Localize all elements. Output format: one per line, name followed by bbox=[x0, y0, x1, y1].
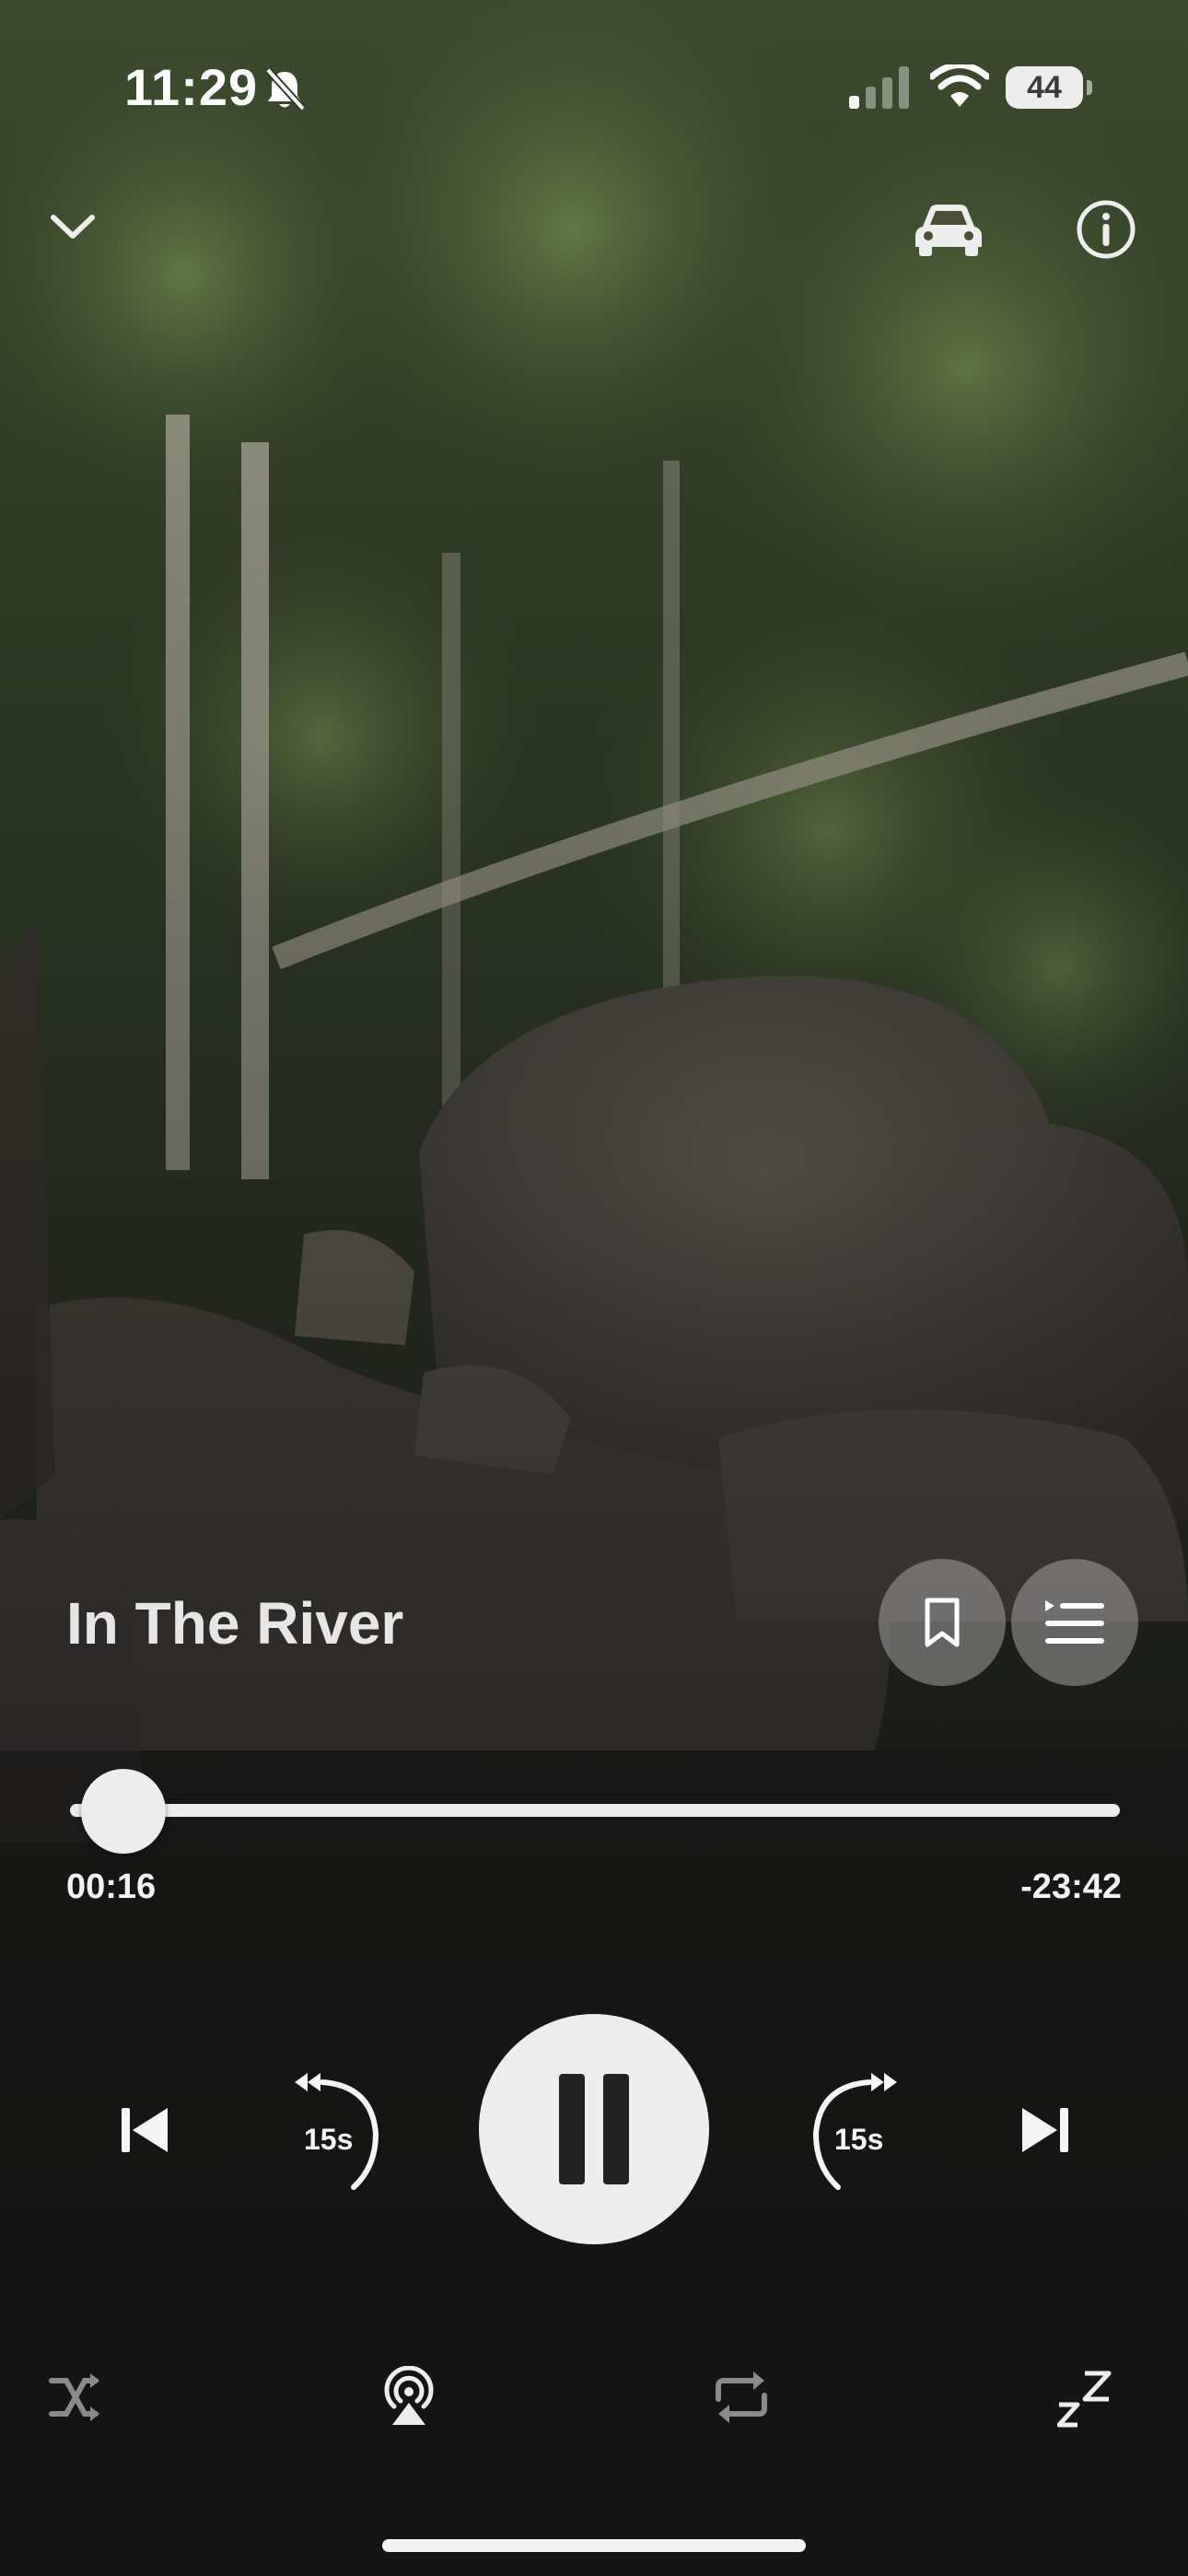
airplay-icon[interactable] bbox=[379, 2366, 438, 2427]
next-track-icon[interactable] bbox=[1019, 2106, 1070, 2154]
car-icon[interactable] bbox=[912, 199, 985, 258]
cellular-signal-icon bbox=[849, 66, 909, 109]
info-icon[interactable] bbox=[1076, 199, 1136, 260]
bookmark-button[interactable] bbox=[879, 1559, 1006, 1686]
wifi-icon bbox=[930, 64, 989, 107]
progress-track[interactable] bbox=[70, 1804, 1120, 1817]
battery-indicator: 44 bbox=[1006, 66, 1083, 109]
track-title: In The River bbox=[66, 1590, 404, 1657]
rewind-15-button[interactable]: 15s bbox=[280, 2064, 390, 2193]
shuffle-icon[interactable] bbox=[48, 2371, 101, 2425]
pause-icon bbox=[559, 2074, 629, 2184]
bell-slash-icon bbox=[265, 67, 306, 111]
previous-track-icon[interactable] bbox=[120, 2106, 171, 2154]
battery-tip bbox=[1087, 80, 1092, 95]
forward-15-button[interactable]: 15s bbox=[801, 2064, 912, 2193]
repeat-icon[interactable] bbox=[713, 2370, 770, 2425]
bookmark-icon bbox=[925, 1598, 960, 1647]
forward-label: 15s bbox=[834, 2123, 884, 2156]
progress-thumb[interactable] bbox=[80, 1769, 166, 1854]
elapsed-time: 00:16 bbox=[66, 1868, 157, 1906]
sleep-timer-icon[interactable] bbox=[1057, 2368, 1114, 2429]
battery-level: 44 bbox=[1027, 70, 1062, 105]
queue-list-icon bbox=[1045, 1600, 1104, 1644]
remaining-time: -23:42 bbox=[1020, 1868, 1122, 1906]
status-time: 11:29 bbox=[124, 58, 259, 116]
home-indicator[interactable] bbox=[382, 2539, 806, 2552]
chevron-down-icon[interactable] bbox=[48, 205, 98, 249]
rewind-label: 15s bbox=[304, 2123, 354, 2156]
queue-button[interactable] bbox=[1011, 1559, 1138, 1686]
pause-button[interactable] bbox=[479, 2014, 709, 2244]
